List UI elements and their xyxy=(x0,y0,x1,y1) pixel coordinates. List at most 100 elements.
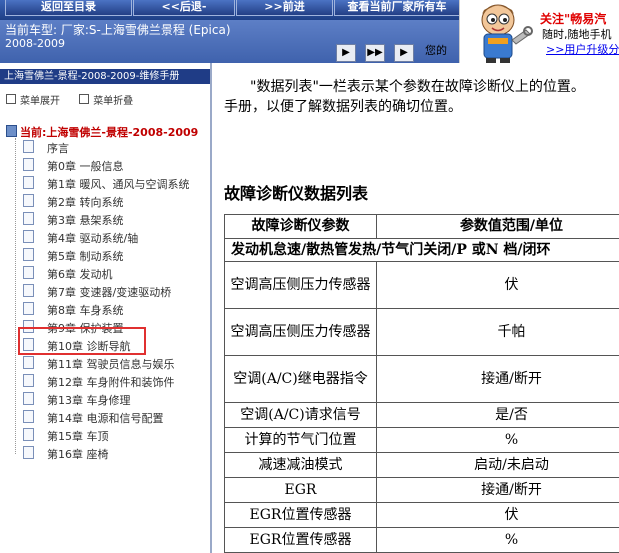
document-icon xyxy=(23,356,34,369)
scan-tool-data-table: 故障诊断仪参数 参数值范围/单位 发动机怠速/散热管发热/节气门关闭/P 或N … xyxy=(224,214,619,553)
tree-item[interactable]: 第4章 驱动系统/轴 xyxy=(0,228,210,246)
document-icon xyxy=(23,392,34,405)
tree-item[interactable]: 序言 xyxy=(0,138,210,156)
tree-item-label: 第11章 驾驶员信息与娱乐 xyxy=(47,358,175,371)
tree-item-label: 第12章 车身附件和装饰件 xyxy=(47,376,175,389)
table-condition: 发动机怠速/散热管发热/节气门关闭/P 或N 档/闭环 xyxy=(224,238,619,262)
document-icon xyxy=(23,410,34,423)
table-subheader-row: 发动机怠速/散热管发热/节气门关闭/P 或N 档/闭环 xyxy=(224,238,619,262)
tree-item-label: 第8章 车身系统 xyxy=(47,304,124,317)
document-icon xyxy=(23,446,34,459)
table-row: EGR位置传感器伏 xyxy=(224,502,619,528)
document-content: "数据列表"一栏表示某个参数在故障诊断仪上的位置。 手册，以便了解数据列表的确切… xyxy=(214,63,619,553)
tree-item-label: 序言 xyxy=(47,142,69,155)
selected-chapter-highlight xyxy=(18,327,146,355)
tree-item-label: 第5章 制动系统 xyxy=(47,250,124,263)
tree-item-label: 第0章 一般信息 xyxy=(47,160,124,173)
tree-item[interactable]: 第7章 变速器/变速驱动桥 xyxy=(0,282,210,300)
document-icon xyxy=(23,374,34,387)
intro-line-2: 手册，以便了解数据列表的确切位置。 xyxy=(224,99,462,115)
chapter-list: 序言第0章 一般信息 第1章 暖风、通风与空调系统第2章 转向系统 第3章 悬架系统… xyxy=(0,138,210,462)
table-header-row: 故障诊断仪参数 参数值范围/单位 xyxy=(224,214,619,239)
parameter-cell: 减速减油模式 xyxy=(224,452,377,478)
manual-title: 上海雪佛兰-景程-2008-2009-维修手册 xyxy=(0,69,210,84)
tree-item[interactable]: 第2章 转向系统 xyxy=(0,192,210,210)
tree-item-label: 第15章 车顶 xyxy=(47,430,109,443)
document-icon xyxy=(23,176,34,189)
tree-item[interactable]: 第15章 车顶 xyxy=(0,426,210,444)
menu-tools: 菜单展开 菜单折叠 xyxy=(6,92,149,107)
tree-item[interactable]: 第1章 暖风、通风与空调系统 xyxy=(0,174,210,192)
page-next-button[interactable]: ▶ xyxy=(336,44,356,62)
tree-item[interactable]: 第13章 车身修理 xyxy=(0,390,210,408)
tree-item[interactable]: 第3章 悬架系统 xyxy=(0,210,210,228)
parameter-cell: EGR位置传感器 xyxy=(224,527,377,553)
tree-item[interactable]: 第16章 座椅 xyxy=(0,444,210,462)
value-range-cell: % xyxy=(376,427,619,453)
intro-line-1: "数据列表"一栏表示某个参数在故障诊断仪上的位置。 xyxy=(250,79,585,95)
value-range-cell: 启动/未启动 xyxy=(376,452,619,478)
promo-title: 关注"畅易汽 xyxy=(540,12,607,26)
tree-item[interactable]: 第0章 一般信息 xyxy=(0,156,210,174)
collapse-icon xyxy=(79,94,90,104)
document-icon xyxy=(23,158,34,171)
page-play-button[interactable]: ▶ xyxy=(394,44,414,62)
document-icon xyxy=(23,248,34,261)
table-row: 空调(A/C)继电器指令 接通/断开 xyxy=(224,355,619,403)
back-to-catalog-button[interactable]: 返回至目录 xyxy=(5,0,132,16)
parameter-cell: 空调高压侧压力传感器 xyxy=(224,308,377,356)
document-icon xyxy=(23,140,34,153)
document-icon xyxy=(23,194,34,207)
table-row: 空调(A/C)请求信号 是/否 xyxy=(224,402,619,428)
promo-upgrade-link[interactable]: >>用户升级分 xyxy=(546,41,619,57)
tree-item[interactable]: 第12章 车身附件和装饰件 xyxy=(0,372,210,390)
value-range-cell: 伏 xyxy=(376,261,619,309)
forward-button[interactable]: >>前进 xyxy=(236,0,333,16)
promo-subtitle: 随时,随地手机 xyxy=(542,28,612,41)
back-button[interactable]: <<后退- xyxy=(133,0,235,16)
table-row: 空调高压侧压力传感器伏 xyxy=(224,261,619,309)
book-icon xyxy=(6,125,17,137)
tree-item[interactable]: 第6章 发动机 xyxy=(0,264,210,282)
current-vehicle-year: 2008-2009 xyxy=(5,37,65,50)
promo-panel: 关注"畅易汽 随时,随地手机 >>用户升级分 xyxy=(459,0,619,64)
document-icon xyxy=(23,302,34,315)
table-row: EGR位置传感器% xyxy=(224,527,619,553)
collapse-menu-link[interactable]: 菜单折叠 xyxy=(93,96,133,107)
table-row: 空调高压侧压力传感器 千帕 xyxy=(224,308,619,356)
tree-item-label: 第2章 转向系统 xyxy=(47,196,124,209)
column-header-range: 参数值范围/单位 xyxy=(376,214,619,239)
value-range-cell: 接通/断开 xyxy=(376,477,619,503)
table-row: EGR 接通/断开 xyxy=(224,477,619,503)
tree-item[interactable]: 第8章 车身系统 xyxy=(0,300,210,318)
tree-item[interactable]: 第14章 电源和信号配置 xyxy=(0,408,210,426)
view-all-vehicles-button[interactable]: 查看当前厂家所有车 xyxy=(334,0,460,16)
expand-icon xyxy=(6,94,16,104)
table-row: 减速减油模式 启动/未启动 xyxy=(224,452,619,478)
tree-item-label: 第6章 发动机 xyxy=(47,268,113,281)
tree-item-label: 第7章 变速器/变速驱动桥 xyxy=(47,286,172,299)
expand-menu-link[interactable]: 菜单展开 xyxy=(20,96,60,107)
value-range-cell: 是/否 xyxy=(376,402,619,428)
value-range-cell: 伏 xyxy=(376,502,619,528)
parameter-cell: EGR位置传感器 xyxy=(224,502,377,528)
parameter-cell: 计算的节气门位置 xyxy=(224,427,377,453)
parameter-cell: 空调(A/C)请求信号 xyxy=(224,402,377,428)
tree-item-label: 第4章 驱动系统/轴 xyxy=(47,232,139,245)
value-range-cell: 千帕 xyxy=(376,308,619,356)
value-range-cell: % xyxy=(376,527,619,553)
document-icon xyxy=(23,212,34,225)
parameter-cell: 空调(A/C)继电器指令 xyxy=(224,355,377,403)
section-title: 故障诊断仪数据列表 xyxy=(224,184,369,203)
mechanic-mascot-icon xyxy=(481,4,533,64)
page-last-button[interactable]: ▶▶ xyxy=(365,44,385,62)
tree-item-label: 第14章 电源和信号配置 xyxy=(47,412,164,425)
tree-item[interactable]: 第5章 制动系统 xyxy=(0,246,210,264)
manual-sidebar: 上海雪佛兰-景程-2008-2009-维修手册 菜单展开 菜单折叠 当前:上海雪… xyxy=(0,63,212,553)
header-note: 您的 xyxy=(425,44,447,57)
parameter-cell: EGR xyxy=(224,477,377,503)
tree-item-label: 第13章 车身修理 xyxy=(47,394,131,407)
current-vehicle-title: 当前车型: 厂家:S-上海雪佛兰景程 (Epica) xyxy=(5,23,231,37)
tree-item[interactable]: 第11章 驾驶员信息与娱乐 xyxy=(0,354,210,372)
tree-item-label: 第16章 座椅 xyxy=(47,448,109,461)
